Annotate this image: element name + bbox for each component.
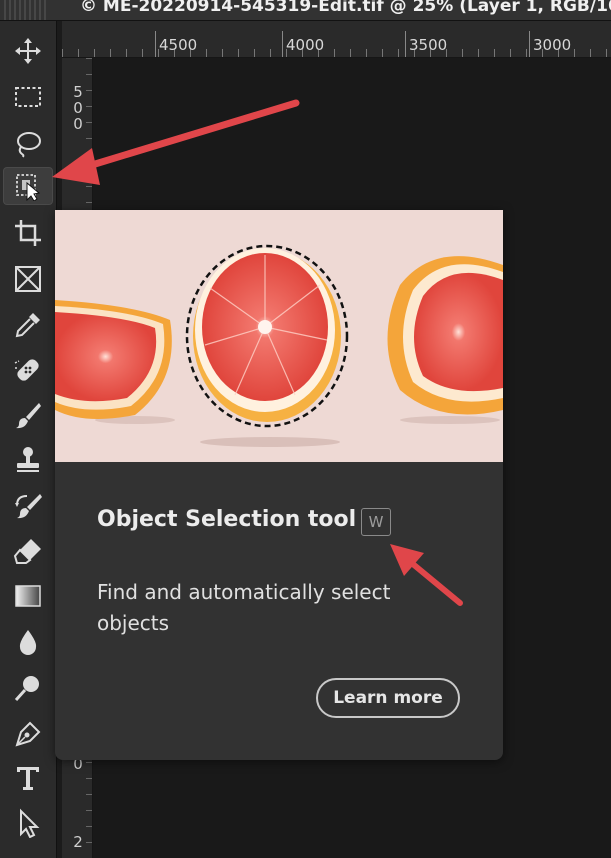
- ruler-label: 2: [73, 833, 83, 851]
- crop-tool[interactable]: [3, 214, 53, 252]
- brush-icon: [16, 403, 41, 429]
- ruler-label: 4500: [159, 36, 198, 54]
- history-brush-icon: [15, 494, 42, 519]
- stamp-icon: [17, 447, 39, 472]
- document-tab[interactable]: © ME-20220914-545319-Edit.tif @ 25% (Lay…: [0, 0, 611, 21]
- lasso-icon: [17, 132, 41, 158]
- object-selection-icon: [16, 174, 41, 201]
- brush-tool[interactable]: [3, 396, 53, 434]
- ruler-label: 3000: [533, 36, 572, 54]
- panel-grip[interactable]: [4, 0, 48, 20]
- gradient-icon: [15, 585, 41, 607]
- ruler-label: 0: [73, 115, 83, 133]
- path-selection-tool[interactable]: [3, 804, 53, 842]
- blur-tool[interactable]: [3, 623, 53, 661]
- ruler-major-tick: [405, 31, 406, 57]
- pen-icon: [15, 721, 41, 747]
- bandage-icon: [14, 359, 39, 381]
- ruler-label: 3500: [409, 36, 448, 54]
- ruler-label: 4000: [286, 36, 325, 54]
- crop-icon: [15, 220, 41, 246]
- dodge-tool[interactable]: [3, 669, 53, 707]
- history-brush-tool[interactable]: [3, 487, 53, 525]
- path-selection-icon: [20, 808, 40, 838]
- eraser-icon: [13, 539, 41, 564]
- tools-panel: [0, 21, 57, 858]
- tool-tip-panel: Object Selection tool W Find and automat…: [55, 210, 503, 760]
- type-tool[interactable]: [3, 759, 53, 797]
- ruler-major-tick: [155, 31, 156, 57]
- eyedropper-tool[interactable]: [3, 306, 53, 344]
- pen-tool[interactable]: [3, 715, 53, 753]
- move-tool[interactable]: [3, 32, 53, 70]
- lasso-tool[interactable]: [3, 125, 53, 163]
- spot-healing-tool[interactable]: [3, 351, 53, 389]
- eyedropper-icon: [15, 313, 40, 338]
- clone-stamp-tool[interactable]: [3, 441, 53, 479]
- keyboard-shortcut-badge: W: [361, 508, 391, 536]
- move-icon: [15, 38, 41, 64]
- dodge-icon: [14, 676, 39, 702]
- marquee-icon: [15, 87, 41, 107]
- learn-more-button[interactable]: Learn more: [316, 678, 460, 718]
- frame-tool[interactable]: [3, 260, 53, 298]
- ruler-major-tick: [529, 31, 530, 57]
- tooltip-description: Find and automatically select objects: [97, 580, 391, 635]
- marquee-tool[interactable]: [3, 78, 53, 116]
- object-selection-tool[interactable]: [3, 167, 53, 205]
- ruler-major-tick: [282, 31, 283, 57]
- tooltip-title: Object Selection tool: [97, 507, 357, 532]
- eraser-tool[interactable]: [3, 532, 53, 570]
- frame-icon: [15, 266, 41, 292]
- type-icon: [17, 767, 39, 790]
- gradient-tool[interactable]: [3, 577, 53, 615]
- grapefruit-preview-image: [55, 210, 503, 462]
- horizontal-ruler[interactable]: 4500 4000 3500 3000: [62, 21, 611, 58]
- blur-drop-icon: [19, 630, 37, 655]
- grapefruit-illustration: [55, 244, 503, 447]
- document-title: © ME-20220914-545319-Edit.tif @ 25% (Lay…: [80, 0, 611, 16]
